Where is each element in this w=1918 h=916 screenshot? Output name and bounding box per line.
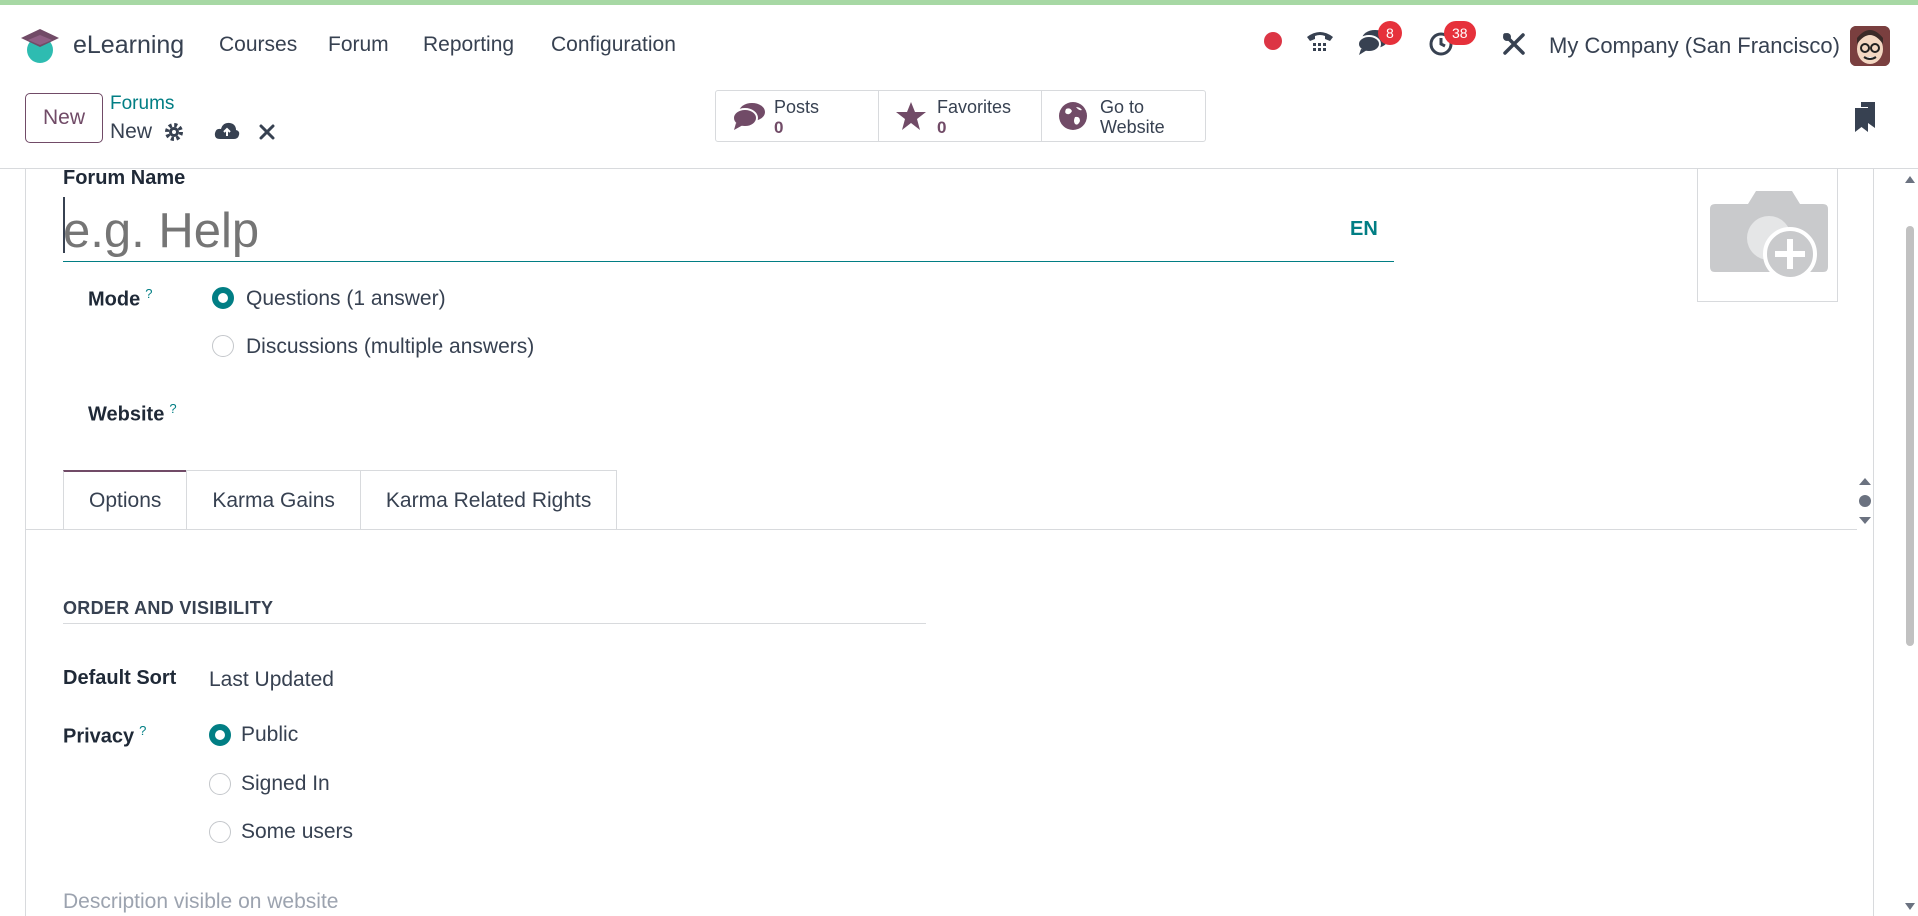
main-navbar: eLearning Courses Forum Reporting Config… [0,5,1918,82]
tabs-divider [25,529,1857,530]
camera-plus-icon [1710,191,1828,281]
default-sort-value[interactable]: Last Updated [209,668,334,692]
elearning-app-icon[interactable] [20,25,60,65]
user-avatar[interactable] [1850,26,1890,66]
company-switcher[interactable]: My Company (San Francisco) [1549,33,1840,59]
description-field[interactable]: Description visible on website [63,890,338,914]
privacy-public-label[interactable]: Public [241,723,298,747]
tab-karma-related-rights[interactable]: Karma Related Rights [359,470,618,530]
scrollbar-thumb[interactable] [1906,226,1914,646]
privacy-some-users-label[interactable]: Some users [241,820,353,844]
phone-icon[interactable] [1305,28,1335,56]
star-icon [896,102,926,130]
go-to-text: Go to [1100,97,1145,117]
mode-label: Mode? [88,286,152,312]
menu-reporting[interactable]: Reporting [423,33,514,57]
globe-icon [1059,102,1087,130]
record-icon[interactable] [1263,31,1283,51]
breadcrumb-forums[interactable]: Forums [110,93,174,115]
favorites-count: 0 [937,118,947,137]
form-tabs: Options Karma Gains Karma Related Rights [63,470,618,530]
messages-badge: 8 [1378,21,1402,45]
sheet-left-border [25,169,26,916]
discard-icon[interactable] [259,124,275,140]
sheet-right-border [1873,169,1874,916]
website-label-text: Website [88,403,165,426]
scroll-down-arrow-icon[interactable] [1904,902,1916,912]
privacy-help-icon[interactable]: ? [139,723,146,738]
favorites-smart-button[interactable]: Favorites 0 [879,91,1042,141]
tab-karma-gains[interactable]: Karma Gains [186,470,361,530]
favorites-label: Favorites [937,97,1012,117]
forum-name-label: Forum Name [63,167,186,189]
privacy-some-users-radio[interactable] [209,821,231,843]
go-to-website-smart-button[interactable]: Go to Website [1042,91,1205,141]
privacy-label-text: Privacy [63,725,135,748]
order-visibility-section-title: ORDER AND VISIBILITY [63,598,274,618]
forum-image-upload[interactable] [1697,168,1838,302]
section-divider [63,623,926,624]
posts-label: Posts [774,97,820,117]
posts-smart-button[interactable]: Posts 0 [716,91,879,141]
tools-icon[interactable] [1502,32,1526,56]
menu-courses[interactable]: Courses [219,33,297,57]
privacy-signed-in-label[interactable]: Signed In [241,772,330,796]
privacy-signed-in-radio[interactable] [209,773,231,795]
mode-discussions-label[interactable]: Discussions (multiple answers) [246,335,534,359]
language-button[interactable]: EN [1350,218,1378,241]
mode-questions-radio[interactable] [212,287,234,309]
smart-buttons: Posts 0 Favorites 0 Go to Website [715,90,1206,142]
scroll-up-arrow-icon[interactable] [1904,174,1916,184]
breadcrumb-current: New [110,120,153,143]
website-label: Website? [88,401,177,427]
forum-name-input[interactable] [63,200,1394,262]
privacy-public-radio[interactable] [209,724,231,746]
website-text: Website [1100,117,1165,137]
comments-icon [732,103,765,130]
resize-handle-icon[interactable] [1857,475,1873,527]
activities-badge: 38 [1444,21,1476,45]
text-caret [63,197,65,253]
posts-count: 0 [774,118,784,137]
gear-icon[interactable] [164,122,184,142]
save-cloud-icon[interactable] [214,121,240,141]
mode-help-icon[interactable]: ? [145,286,152,301]
menu-configuration[interactable]: Configuration [551,33,676,57]
menu-forum[interactable]: Forum [328,33,389,57]
new-button[interactable]: New [25,93,103,143]
default-sort-label: Default Sort [63,667,177,689]
privacy-label: Privacy? [63,723,146,749]
mode-discussions-radio[interactable] [212,335,234,357]
control-panel-divider [0,168,1918,169]
tab-options[interactable]: Options [63,470,188,530]
mode-questions-label[interactable]: Questions (1 answer) [246,287,446,311]
website-help-icon[interactable]: ? [169,401,176,416]
bookmark-icon[interactable] [1853,102,1877,132]
app-name[interactable]: eLearning [73,31,184,60]
mode-label-text: Mode [88,288,141,311]
go-to-website-label: Go to Website [1100,97,1165,137]
